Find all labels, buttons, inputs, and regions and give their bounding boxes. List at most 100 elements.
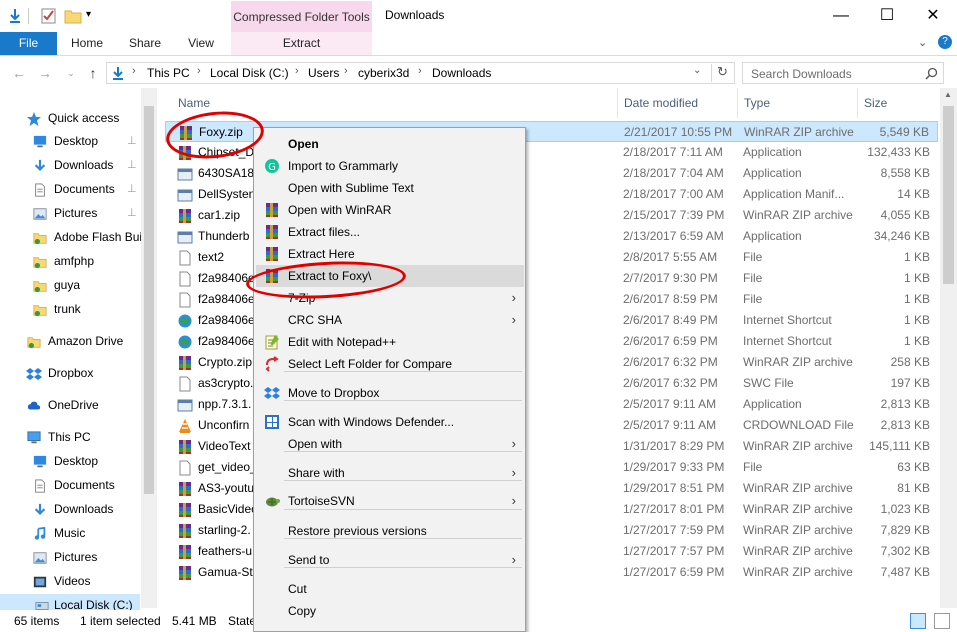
file-size: 7,302 KB xyxy=(880,544,930,558)
file-size: 1 KB xyxy=(903,313,930,327)
pin-icon[interactable]: ⊥ xyxy=(127,202,137,224)
address-dropdown-icon[interactable]: ⌄ xyxy=(693,65,701,76)
nav-item-label: Music xyxy=(54,526,86,540)
tab-home[interactable]: Home xyxy=(62,32,112,55)
file-name: Thunderb xyxy=(198,229,250,243)
nav-item[interactable]: Local Disk (C:) xyxy=(0,594,140,610)
breadcrumb-separator: › xyxy=(344,65,348,77)
column-divider xyxy=(737,88,738,118)
tab-share[interactable]: Share xyxy=(120,32,170,55)
list-scroll-thumb[interactable] xyxy=(943,106,954,284)
pin-icon[interactable]: ⊥ xyxy=(127,178,137,200)
menu-item[interactable]: Extract Here xyxy=(256,243,524,265)
nav-item-label: Documents xyxy=(54,182,115,196)
winrar-icon xyxy=(177,565,193,580)
nav-item-label: Desktop xyxy=(54,134,99,148)
breadcrumb-local-disk[interactable]: Local Disk (C:) xyxy=(210,66,289,80)
winrar-icon xyxy=(177,523,193,538)
column-type[interactable]: Type xyxy=(744,96,770,110)
pin-icon[interactable]: ⊥ xyxy=(127,130,137,152)
details-view-icon[interactable] xyxy=(910,613,926,629)
menu-item[interactable]: Edit with Notepad++ xyxy=(256,331,524,353)
scroll-up-icon[interactable]: ▲ xyxy=(944,90,952,99)
menu-separator xyxy=(284,567,522,568)
properties-icon[interactable] xyxy=(6,7,24,25)
list-scrollbar[interactable]: ▲ xyxy=(940,88,957,608)
shortcut-icon xyxy=(177,334,193,349)
menu-item[interactable]: G Import to Grammarly xyxy=(256,155,524,177)
file-date: 2/15/2017 7:39 PM xyxy=(623,208,725,222)
qat-dropdown-icon[interactable]: ▾ xyxy=(86,9,91,20)
file-size: 2,813 KB xyxy=(880,418,930,432)
column-divider xyxy=(857,88,858,118)
new-folder-icon[interactable] xyxy=(64,7,82,25)
recent-locations-icon[interactable]: ⌄ xyxy=(60,62,82,84)
breadcrumb-this-pc[interactable]: This PC xyxy=(147,66,190,80)
file-name: feathers-u xyxy=(198,544,253,558)
address-bar[interactable]: › This PC › Local Disk (C:) › Users › cy… xyxy=(106,62,735,84)
dropbox-icon xyxy=(264,385,280,401)
checklist-icon[interactable] xyxy=(40,7,58,25)
minimize-button[interactable]: — xyxy=(818,0,864,32)
file-date: 2/5/2017 9:11 AM xyxy=(623,397,717,411)
file-size: 7,829 KB xyxy=(880,523,930,537)
menu-item[interactable]: Copy xyxy=(256,600,524,622)
search-placeholder: Search Downloads xyxy=(751,67,852,81)
menu-separator xyxy=(284,480,522,481)
menu-item[interactable]: CRC SHA › xyxy=(256,309,524,331)
tab-file[interactable]: File xyxy=(0,32,57,55)
large-icons-view-icon[interactable] xyxy=(934,613,950,629)
pin-icon[interactable]: ⊥ xyxy=(127,154,137,176)
menu-item[interactable]: Cut xyxy=(256,578,524,600)
breadcrumb-downloads[interactable]: Downloads xyxy=(432,66,491,80)
menu-item[interactable]: Open xyxy=(256,133,524,155)
nav-item-label: Quick access xyxy=(48,111,120,125)
refresh-icon[interactable]: ↻ xyxy=(711,64,733,82)
file-size: 14 KB xyxy=(897,187,930,201)
menu-item[interactable]: Open with Sublime Text xyxy=(256,177,524,199)
nav-item-label: Videos xyxy=(54,574,91,588)
file-size: 258 KB xyxy=(890,355,930,369)
menu-item[interactable]: Extract files... xyxy=(256,221,524,243)
ribbon-collapse-icon[interactable]: ⌄ xyxy=(918,36,927,49)
breadcrumb-users[interactable]: Users xyxy=(308,66,339,80)
back-button[interactable]: ← xyxy=(8,62,30,84)
file-date: 2/8/2017 5:55 AM xyxy=(623,250,718,264)
file-type: CRDOWNLOAD File xyxy=(743,418,854,432)
status-state: State xyxy=(228,614,257,628)
file-name: text2 xyxy=(198,250,225,264)
up-button[interactable]: ↑ xyxy=(82,62,104,84)
close-button[interactable]: ✕ xyxy=(910,0,956,32)
file-icon xyxy=(177,271,193,287)
file-type: WinRAR ZIP archive xyxy=(743,565,853,579)
maximize-button[interactable]: ☐ xyxy=(864,0,910,32)
pictures-icon xyxy=(32,206,48,220)
file-type: Application xyxy=(743,397,802,411)
column-name[interactable]: Name xyxy=(178,96,210,110)
videos-icon xyxy=(32,574,48,588)
breadcrumb-separator: › xyxy=(197,65,201,77)
file-date: 1/31/2017 8:29 PM xyxy=(623,439,725,453)
column-date[interactable]: Date modified xyxy=(624,96,698,110)
star-icon xyxy=(26,111,42,126)
menu-item-label: Open xyxy=(288,137,319,151)
tab-view[interactable]: View xyxy=(176,32,226,55)
file-type: WinRAR ZIP archive xyxy=(743,439,853,453)
search-input[interactable]: Search Downloads xyxy=(742,62,944,84)
nav-item-label: amfphp xyxy=(54,254,95,268)
folder-icon xyxy=(32,254,48,269)
menu-item[interactable]: Scan with Windows Defender... xyxy=(256,411,524,433)
nav-scroll-thumb[interactable] xyxy=(144,106,154,494)
defender-icon xyxy=(264,414,280,430)
forward-button[interactable]: → xyxy=(34,62,56,84)
breadcrumb-user[interactable]: cyberix3d xyxy=(358,66,409,80)
file-name: Crypto.zip xyxy=(198,355,253,369)
column-size[interactable]: Size xyxy=(864,96,887,110)
menu-item[interactable]: Open with WinRAR xyxy=(256,199,524,221)
file-size: 34,246 KB xyxy=(873,229,930,243)
help-icon[interactable]: ? xyxy=(938,35,952,49)
file-date: 2/6/2017 6:32 PM xyxy=(623,376,718,390)
nav-scrollbar[interactable] xyxy=(141,88,157,608)
contextual-tab-header: Compressed Folder Tools xyxy=(231,1,372,32)
tab-extract[interactable]: Extract xyxy=(231,32,372,55)
